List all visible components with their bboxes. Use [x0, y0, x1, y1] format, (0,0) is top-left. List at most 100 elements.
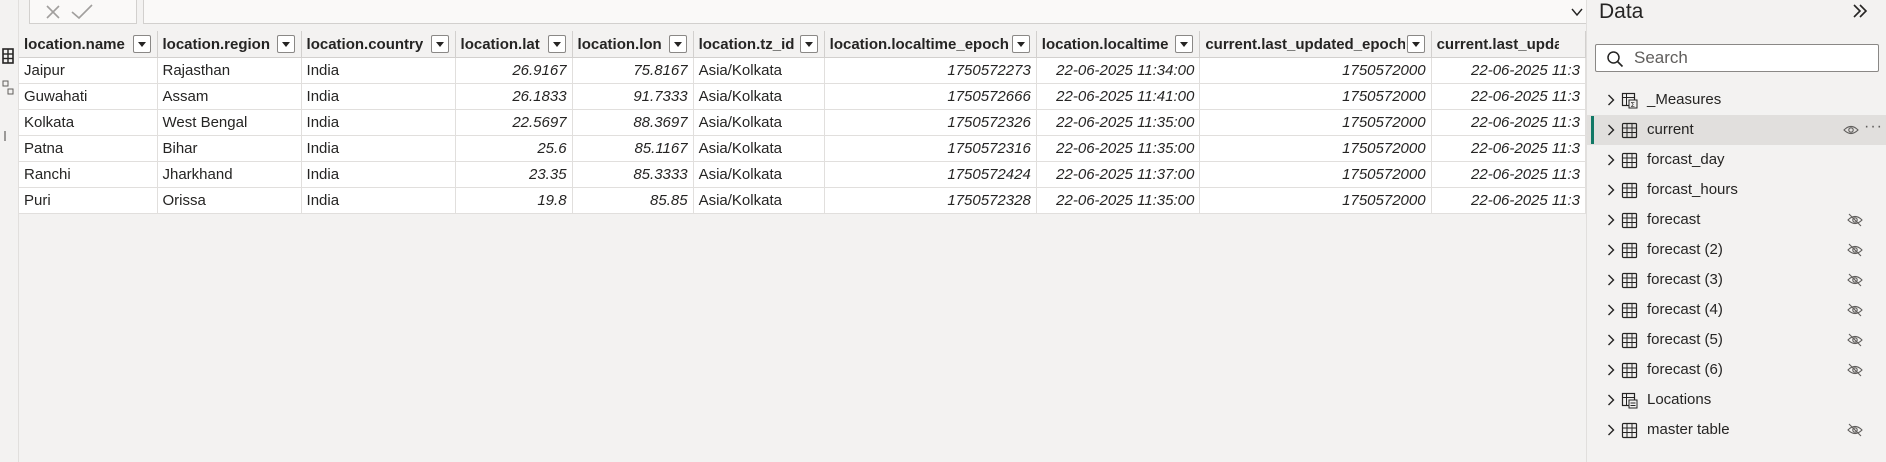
- hidden-eye-icon[interactable]: [1847, 243, 1863, 257]
- table-cell[interactable]: Asia/Kolkata: [693, 83, 825, 110]
- column-header[interactable]: location.lat: [455, 31, 573, 58]
- table-cell[interactable]: 1750572000: [1199, 109, 1432, 136]
- table-cell[interactable]: Kolkata: [19, 109, 158, 136]
- table-cell[interactable]: 22-06-2025 11:3: [1431, 135, 1586, 162]
- table-cell[interactable]: 88.3697: [572, 109, 694, 136]
- column-header[interactable]: location.lon: [572, 31, 694, 58]
- check-icon[interactable]: [70, 3, 94, 21]
- formula-input[interactable]: [143, 0, 1599, 24]
- table-list-item[interactable]: forcast_day: [1587, 145, 1886, 175]
- table-cell[interactable]: Patna: [19, 135, 158, 162]
- search-box[interactable]: [1595, 44, 1879, 72]
- chevron-down-icon[interactable]: [1570, 5, 1584, 19]
- column-header[interactable]: current.last_updated: [1431, 31, 1586, 58]
- table-cell[interactable]: Rajasthan: [157, 57, 302, 84]
- chevron-right-icon[interactable]: [1607, 124, 1615, 136]
- chevron-right-icon[interactable]: [1607, 304, 1615, 316]
- table-cell[interactable]: 75.8167: [572, 57, 694, 84]
- table-list-item[interactable]: forecast (2): [1587, 235, 1886, 265]
- filter-dropdown-icon[interactable]: [132, 35, 151, 53]
- table-list-item[interactable]: forecast (5): [1587, 325, 1886, 355]
- table-cell[interactable]: 26.9167: [455, 57, 573, 84]
- chevron-right-icon[interactable]: [1607, 154, 1615, 166]
- table-list-item[interactable]: Locations: [1587, 385, 1886, 415]
- filter-dropdown-icon[interactable]: [799, 35, 818, 53]
- table-cell[interactable]: Bihar: [157, 135, 302, 162]
- filter-dropdown-icon[interactable]: [276, 35, 295, 53]
- chevron-right-icon[interactable]: [1607, 364, 1615, 376]
- filter-dropdown-icon[interactable]: [1011, 35, 1030, 53]
- table-cell[interactable]: 22.5697: [455, 109, 573, 136]
- table-cell[interactable]: 1750572326: [824, 109, 1037, 136]
- column-header[interactable]: location.tz_id: [693, 31, 825, 58]
- table-cell[interactable]: West Bengal: [157, 109, 302, 136]
- table-cell[interactable]: Asia/Kolkata: [693, 161, 825, 188]
- filter-dropdown-icon[interactable]: [1175, 35, 1194, 53]
- hidden-eye-icon[interactable]: [1847, 363, 1863, 377]
- table-cell[interactable]: India: [301, 83, 456, 110]
- chevron-right-icon[interactable]: [1607, 334, 1615, 346]
- table-cell[interactable]: 22-06-2025 11:3: [1431, 109, 1586, 136]
- table-list-item[interactable]: forcast_hours: [1587, 175, 1886, 205]
- column-header[interactable]: location.localtime_epoch: [824, 31, 1037, 58]
- search-input[interactable]: [1634, 47, 1870, 69]
- chevron-right-icon[interactable]: [1607, 214, 1615, 226]
- table-cell[interactable]: 1750572273: [824, 57, 1037, 84]
- table-cell[interactable]: 22-06-2025 11:34:00: [1036, 57, 1201, 84]
- table-cell[interactable]: 1750572316: [824, 135, 1037, 162]
- table-view-icon[interactable]: [2, 48, 14, 64]
- table-cell[interactable]: India: [301, 57, 456, 84]
- table-cell[interactable]: India: [301, 135, 456, 162]
- table-cell[interactable]: Guwahati: [19, 83, 158, 110]
- filter-dropdown-icon[interactable]: [547, 35, 566, 53]
- table-cell[interactable]: 91.7333: [572, 83, 694, 110]
- table-cell[interactable]: 22-06-2025 11:41:00: [1036, 83, 1201, 110]
- chevron-right-icon[interactable]: [1607, 274, 1615, 286]
- table-cell[interactable]: 85.3333: [572, 161, 694, 188]
- table-cell[interactable]: 1750572000: [1199, 57, 1432, 84]
- table-cell[interactable]: Ranchi: [19, 161, 158, 188]
- chevron-right-icon[interactable]: [1607, 184, 1615, 196]
- table-cell[interactable]: 22-06-2025 11:35:00: [1036, 187, 1201, 214]
- hidden-eye-icon[interactable]: [1847, 213, 1863, 227]
- table-cell[interactable]: 1750572328: [824, 187, 1037, 214]
- filter-dropdown-icon[interactable]: [430, 35, 449, 53]
- table-cell[interactable]: 1750572000: [1199, 135, 1432, 162]
- table-cell[interactable]: 26.1833: [455, 83, 573, 110]
- hidden-eye-icon[interactable]: [1847, 273, 1863, 287]
- table-cell[interactable]: 19.8: [455, 187, 573, 214]
- table-cell[interactable]: 1750572424: [824, 161, 1037, 188]
- table-cell[interactable]: 1750572666: [824, 83, 1037, 110]
- table-list-item[interactable]: current ···: [1587, 115, 1886, 145]
- filter-dropdown-icon[interactable]: [668, 35, 687, 53]
- more-options-icon[interactable]: ···: [1864, 118, 1883, 136]
- table-cell[interactable]: 25.6: [455, 135, 573, 162]
- table-list-item[interactable]: forecast (3): [1587, 265, 1886, 295]
- hidden-eye-icon[interactable]: [1847, 333, 1863, 347]
- table-cell[interactable]: India: [301, 161, 456, 188]
- table-cell[interactable]: India: [301, 109, 456, 136]
- table-cell[interactable]: Jharkhand: [157, 161, 302, 188]
- table-cell[interactable]: Asia/Kolkata: [693, 187, 825, 214]
- table-cell[interactable]: India: [301, 187, 456, 214]
- table-cell[interactable]: 1750572000: [1199, 83, 1432, 110]
- table-cell[interactable]: Assam: [157, 83, 302, 110]
- table-cell[interactable]: 22-06-2025 11:3: [1431, 161, 1586, 188]
- table-cell[interactable]: 22-06-2025 11:3: [1431, 187, 1586, 214]
- table-cell[interactable]: 22-06-2025 11:37:00: [1036, 161, 1201, 188]
- chevron-right-icon[interactable]: [1607, 244, 1615, 256]
- dax-query-view-icon[interactable]: [2, 128, 14, 144]
- table-cell[interactable]: Puri: [19, 187, 158, 214]
- table-cell[interactable]: Asia/Kolkata: [693, 135, 825, 162]
- table-cell[interactable]: 22-06-2025 11:3: [1431, 57, 1586, 84]
- table-cell[interactable]: 23.35: [455, 161, 573, 188]
- column-header[interactable]: location.localtime: [1036, 31, 1201, 58]
- table-cell[interactable]: Asia/Kolkata: [693, 57, 825, 84]
- table-cell[interactable]: 1750572000: [1199, 161, 1432, 188]
- double-chevron-right-icon[interactable]: [1852, 2, 1868, 20]
- table-cell[interactable]: 22-06-2025 11:35:00: [1036, 109, 1201, 136]
- table-list-item[interactable]: forecast: [1587, 205, 1886, 235]
- chevron-right-icon[interactable]: [1607, 394, 1615, 406]
- table-list-item[interactable]: forecast (6): [1587, 355, 1886, 385]
- table-cell[interactable]: 22-06-2025 11:3: [1431, 83, 1586, 110]
